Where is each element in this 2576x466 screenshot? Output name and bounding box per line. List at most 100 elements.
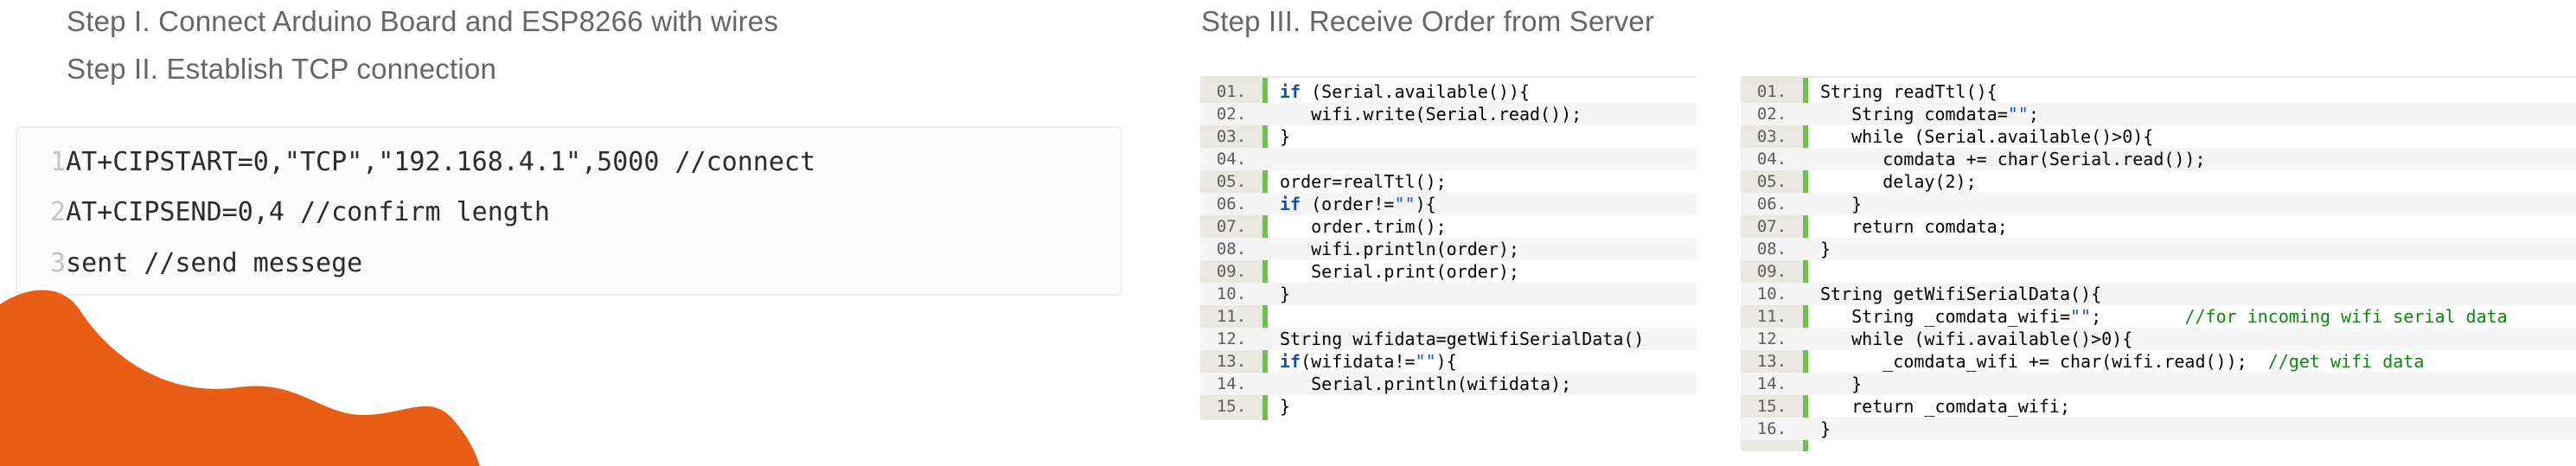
code-line-number: 01. bbox=[1216, 82, 1247, 101]
code-line-number: 14. bbox=[1216, 374, 1247, 393]
code-line: 04. comdata += char(Serial.read()); bbox=[1741, 148, 2576, 170]
code-line: 13. if(wifidata!=""){ bbox=[1200, 350, 1697, 373]
code-line-number: 10. bbox=[1756, 284, 1787, 303]
code-line: 05. order=realTtl(); bbox=[1200, 170, 1697, 193]
at-command-block: 1AT+CIPSTART=0,"TCP","192.168.4.1",5000 … bbox=[16, 126, 1122, 296]
code-line-text: order.trim(); bbox=[1280, 216, 1447, 237]
command-text: sent //send messege bbox=[66, 248, 363, 278]
code-line-number: 05. bbox=[1756, 172, 1787, 191]
code-line-number: 10. bbox=[1216, 284, 1247, 303]
code-line: 09. Serial.print(order); bbox=[1200, 260, 1697, 283]
code-line: 08. wifi.println(order); bbox=[1200, 238, 1697, 260]
code-line: 12. String wifidata=getWifiSerialData() bbox=[1200, 328, 1697, 350]
code-line: 04. bbox=[1200, 148, 1697, 170]
code-line-text: if (order!=""){ bbox=[1280, 194, 1436, 214]
step-three-heading: Step III. Receive Order from Server bbox=[1201, 5, 1655, 37]
code-line-number: 06. bbox=[1756, 195, 1787, 214]
code-line-text: } bbox=[1280, 126, 1291, 147]
code-line-text: if (Serial.available()){ bbox=[1280, 81, 1530, 102]
code-line: 03. while (Serial.available()>0){ bbox=[1741, 125, 2576, 148]
code-line-text: String readTtl(){ bbox=[1820, 81, 1998, 102]
code-line-text: } bbox=[1820, 418, 1831, 439]
code-line-text: return comdata; bbox=[1820, 216, 2008, 237]
code-line-number: 01. bbox=[1756, 82, 1787, 101]
command-line-number: 1 bbox=[50, 147, 67, 177]
code-line-text: } bbox=[1820, 239, 1831, 259]
code-line: 07. return comdata; bbox=[1741, 215, 2576, 238]
code-line-number: 16. bbox=[1756, 419, 1787, 438]
command-line: 3sent //send messege bbox=[50, 246, 362, 281]
code-line-text: } bbox=[1280, 284, 1291, 304]
code-line: 16.} bbox=[1741, 418, 2576, 440]
code-line-text: } bbox=[1820, 373, 1863, 394]
code-line-number: 04. bbox=[1756, 150, 1787, 169]
code-line: 08.} bbox=[1741, 238, 2576, 260]
code-line: 06. } bbox=[1741, 193, 2576, 215]
code-line: 10. String getWifiSerialData(){ bbox=[1741, 283, 2576, 305]
code-line: 07. order.trim(); bbox=[1200, 215, 1697, 238]
code-line-number: 03. bbox=[1756, 127, 1787, 146]
code-line-text: while (Serial.available()>0){ bbox=[1820, 126, 2154, 147]
code-line-number: 12. bbox=[1216, 329, 1247, 348]
code-line-number: 06. bbox=[1216, 195, 1247, 214]
step-two-heading: Step II. Establish TCP connection bbox=[67, 53, 496, 85]
code-line-number: 14. bbox=[1756, 374, 1787, 393]
code-line: 12. while (wifi.available()>0){ bbox=[1741, 328, 2576, 350]
code-line-number: 15. bbox=[1756, 397, 1787, 416]
command-text: AT+CIPSEND=0,4 //confirm length bbox=[66, 197, 550, 227]
code-line-text: } bbox=[1280, 396, 1291, 417]
code-line: 14. Serial.println(wifidata); bbox=[1200, 373, 1697, 395]
code-line-number: 02. bbox=[1216, 105, 1247, 124]
code-line-text: wifi.write(Serial.read()); bbox=[1280, 104, 1582, 124]
code-line-text: _comdata_wifi += char(wifi.read()); //ge… bbox=[1820, 351, 2425, 372]
step-one-heading: Step I. Connect Arduino Board and ESP826… bbox=[67, 5, 779, 37]
decorative-orange-wave bbox=[0, 290, 480, 466]
code-line-text: while (wifi.available()>0){ bbox=[1820, 329, 2133, 349]
code-line-number: 11. bbox=[1756, 307, 1787, 326]
code-line-number: 03. bbox=[1216, 127, 1247, 146]
command-line: 2AT+CIPSEND=0,4 //confirm length bbox=[50, 195, 550, 230]
code-line-number: 04. bbox=[1216, 150, 1247, 169]
code-line-number: 05. bbox=[1216, 172, 1247, 191]
code-line: 15. return _comdata_wifi; bbox=[1741, 395, 2576, 418]
code-line-text: return _comdata_wifi; bbox=[1820, 396, 2070, 417]
code-line: 14. } bbox=[1741, 373, 2576, 395]
code-line-number: 15. bbox=[1216, 397, 1247, 416]
code-line-number: 11. bbox=[1216, 307, 1247, 326]
code-line-text: comdata += char(Serial.read()); bbox=[1820, 149, 2206, 169]
command-text: AT+CIPSTART=0,"TCP","192.168.4.1",5000 /… bbox=[66, 147, 816, 177]
code-line-number: 02. bbox=[1756, 105, 1787, 124]
code-line-text: delay(2); bbox=[1820, 171, 1977, 192]
code-line: 05. delay(2); bbox=[1741, 170, 2576, 193]
code-line-text: if(wifidata!=""){ bbox=[1280, 351, 1457, 372]
code-line: 15.} bbox=[1200, 395, 1697, 418]
code-line-number: 09. bbox=[1756, 262, 1787, 281]
code-line: 10.} bbox=[1200, 283, 1697, 305]
code-line-text: String getWifiSerialData(){ bbox=[1820, 284, 2102, 304]
code-line: 01. if (Serial.available()){ bbox=[1200, 80, 1697, 103]
code-line: 02. String comdata=""; bbox=[1741, 103, 2576, 125]
code-line: 01. String readTtl(){ bbox=[1741, 80, 2576, 103]
code-line-text: } bbox=[1820, 194, 1863, 214]
code-line-number: 07. bbox=[1216, 217, 1247, 236]
code-line: 09. bbox=[1741, 260, 2576, 283]
code-line-text: order=realTtl(); bbox=[1280, 171, 1447, 192]
command-line-number: 3 bbox=[50, 248, 67, 278]
code-line: 06. if (order!=""){ bbox=[1200, 193, 1697, 215]
code-line-number: 13. bbox=[1756, 352, 1787, 371]
code-line: 13. _comdata_wifi += char(wifi.read()); … bbox=[1741, 350, 2576, 373]
code-line-text: Serial.print(order); bbox=[1280, 261, 1519, 282]
code-line-text: wifi.println(order); bbox=[1280, 239, 1519, 259]
code-line-number: 12. bbox=[1756, 329, 1787, 348]
code-line-number: 08. bbox=[1756, 239, 1787, 259]
code-line: 11. String _comdata_wifi=""; //for incom… bbox=[1741, 305, 2576, 328]
code-line-number: 13. bbox=[1216, 352, 1247, 371]
code-line: 03.} bbox=[1200, 125, 1697, 148]
code-line: 11. bbox=[1200, 305, 1697, 328]
command-line: 1AT+CIPSTART=0,"TCP","192.168.4.1",5000 … bbox=[50, 145, 815, 180]
code-line: 02. wifi.write(Serial.read()); bbox=[1200, 103, 1697, 125]
code-listing-main-loop: 01. if (Serial.available()){02. wifi.writ… bbox=[1200, 76, 1697, 420]
code-line-text: String wifidata=getWifiSerialData() bbox=[1280, 329, 1645, 349]
code-listing-helpers: 01. String readTtl(){02. String comdata="… bbox=[1741, 76, 2576, 451]
code-line-text: Serial.println(wifidata); bbox=[1280, 373, 1572, 394]
